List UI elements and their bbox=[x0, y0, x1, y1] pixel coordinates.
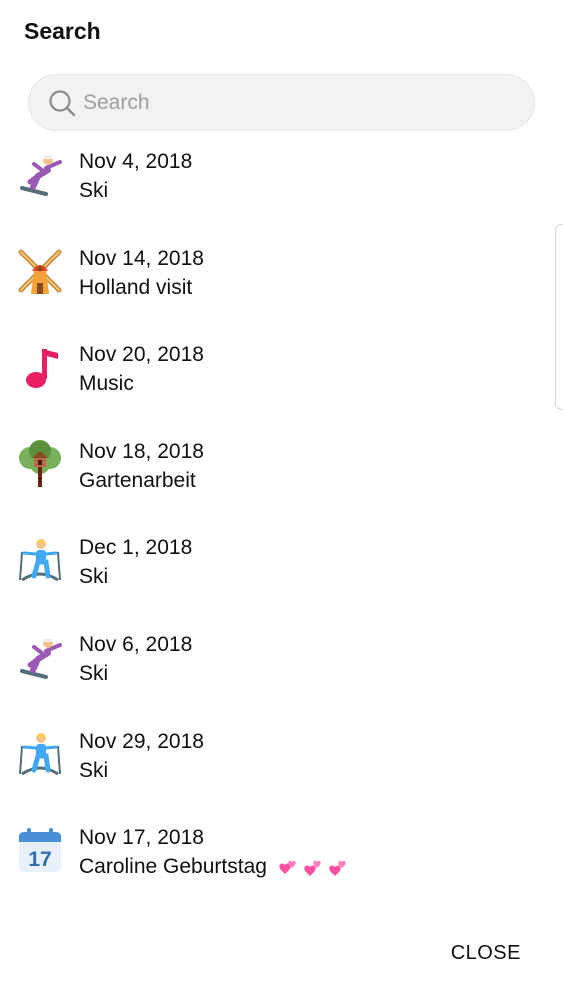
music-note-icon bbox=[26, 349, 58, 389]
search-input[interactable] bbox=[83, 90, 483, 115]
snowboarder-icon bbox=[20, 637, 62, 679]
windmill-icon bbox=[18, 249, 62, 294]
search-icon bbox=[49, 89, 76, 116]
list-item[interactable]: Nov 29, 2018 Ski bbox=[0, 720, 563, 817]
skier-icon bbox=[19, 539, 61, 582]
result-date: Nov 6, 2018 bbox=[79, 632, 193, 656]
result-label: Music bbox=[79, 372, 134, 396]
results-list: Nov 4, 2018 Ski Nov 14, 2018 Holland vis… bbox=[0, 140, 563, 913]
result-date: Nov 4, 2018 bbox=[79, 150, 193, 173]
result-label: Ski bbox=[79, 565, 109, 589]
result-label: Holland visit bbox=[79, 275, 193, 299]
list-item[interactable]: Nov 6, 2018 Ski bbox=[0, 623, 563, 720]
result-date: Dec 1, 2018 bbox=[79, 536, 193, 560]
result-label: Ski bbox=[79, 179, 109, 202]
snowboarder-icon bbox=[20, 155, 62, 196]
result-date: Nov 17, 2018 bbox=[79, 826, 204, 850]
result-label: Ski bbox=[79, 758, 109, 782]
close-button[interactable]: CLOSE bbox=[451, 942, 521, 965]
result-label: Ski bbox=[79, 661, 109, 685]
result-date: Nov 29, 2018 bbox=[79, 729, 204, 753]
treehouse-icon bbox=[19, 439, 61, 487]
scrollbar-thumb[interactable] bbox=[555, 224, 563, 410]
result-date: Nov 20, 2018 bbox=[79, 343, 204, 367]
list-item[interactable]: Dec 1, 2018 Ski bbox=[0, 526, 563, 623]
list-item[interactable]: Nov 14, 2018 Holland visit bbox=[0, 237, 563, 334]
calendar-icon: 17 bbox=[19, 828, 61, 873]
result-label-with-hearts: Caroline Geburtstag bbox=[79, 855, 353, 879]
result-label: Caroline Geburtstag bbox=[79, 855, 267, 879]
skier-icon bbox=[19, 732, 61, 775]
calendar-day-text: 17 bbox=[28, 848, 51, 871]
result-label: Gartenarbeit bbox=[79, 468, 196, 492]
list-item[interactable]: 17 Nov 17, 2018 Caroline Geburtstag bbox=[0, 816, 563, 913]
search-box[interactable] bbox=[28, 74, 535, 131]
dialog-title: Search bbox=[24, 18, 101, 44]
list-item[interactable]: Nov 18, 2018 Gartenarbeit bbox=[0, 430, 563, 527]
list-item[interactable]: Nov 4, 2018 Ski bbox=[0, 140, 563, 237]
hearts-icon bbox=[279, 860, 346, 876]
result-date: Nov 14, 2018 bbox=[79, 246, 204, 270]
result-date: Nov 18, 2018 bbox=[79, 439, 204, 463]
search-dialog: Search Nov 4, 2018 Ski bbox=[0, 0, 563, 1000]
list-item[interactable]: Nov 20, 2018 Music bbox=[0, 333, 563, 430]
